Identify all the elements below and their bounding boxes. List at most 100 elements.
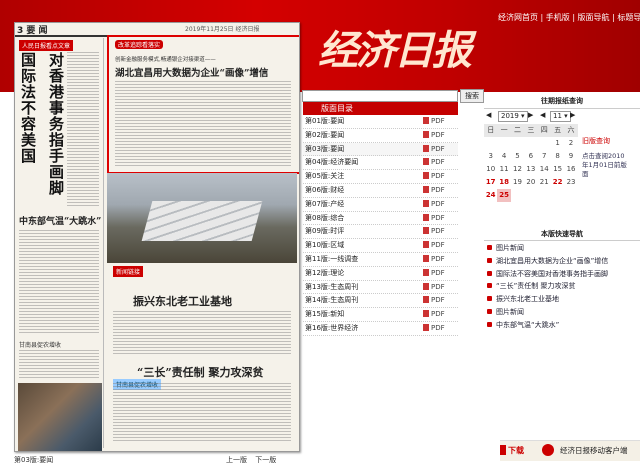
calendar-day[interactable]: 16 bbox=[564, 163, 577, 176]
download-text[interactable]: 经济日报移动客户端 bbox=[560, 445, 628, 456]
left-headline-b[interactable]: 对香港事务指手画脚 bbox=[49, 52, 64, 196]
pdf-link[interactable]: PDF bbox=[423, 267, 445, 280]
top-links-text[interactable]: 经济网首页 | 手机版 | 版面导航 | 标题导航 bbox=[498, 13, 640, 22]
nav-item[interactable]: 图片新闻 bbox=[484, 306, 634, 319]
calendar-day[interactable]: 1 bbox=[551, 137, 564, 150]
logo[interactable]: 经济日报 bbox=[318, 18, 472, 76]
nav-item[interactable]: “三长”责任制 聚力攻深贫 bbox=[484, 280, 634, 293]
year-select[interactable]: 2019 ▾ bbox=[498, 111, 528, 122]
prev-year-icon[interactable]: ◀ bbox=[486, 111, 491, 119]
left-subheadline[interactable]: 中东部气温“大跳水” bbox=[19, 214, 101, 227]
pdf-link[interactable]: PDF bbox=[423, 294, 445, 307]
pdf-link[interactable]: PDF bbox=[423, 143, 445, 156]
download-label[interactable]: 下载 bbox=[508, 445, 524, 456]
calendar-day[interactable]: 13 bbox=[524, 163, 537, 176]
calendar-day[interactable]: 20 bbox=[524, 176, 537, 189]
calendar-day[interactable]: 12 bbox=[511, 163, 524, 176]
pdf-icon bbox=[423, 241, 429, 249]
pdf-link[interactable]: PDF bbox=[423, 184, 445, 197]
calendar-day[interactable]: 23 bbox=[564, 176, 577, 189]
calendar-day bbox=[497, 137, 510, 150]
calendar-day[interactable]: 18 bbox=[497, 176, 510, 189]
edition-row[interactable]: 第04版:经济要闻 PDF bbox=[303, 156, 458, 171]
left-headline-a[interactable]: 国际法不容美国 bbox=[21, 52, 47, 164]
prev-month-icon[interactable]: ◀ bbox=[540, 111, 545, 119]
weekday-header: 六 bbox=[564, 124, 578, 137]
calendar-day[interactable]: 2 bbox=[564, 137, 577, 150]
month-select[interactable]: 11 ▾ bbox=[550, 111, 571, 122]
mid-headline[interactable]: 振兴东北老工业基地 bbox=[133, 293, 232, 309]
calendar-day[interactable]: 7 bbox=[538, 150, 551, 163]
pdf-link[interactable]: PDF bbox=[423, 322, 445, 335]
calendar-day[interactable]: 22 bbox=[551, 176, 564, 189]
pdf-link[interactable]: PDF bbox=[423, 225, 445, 238]
next-year-icon[interactable]: ▶ bbox=[528, 111, 533, 119]
edition-row[interactable]: 第11版:一线调查 PDF bbox=[303, 253, 458, 267]
highlight-title[interactable]: 湖北宜昌用大数据为企业“画像”增信 bbox=[115, 65, 268, 79]
nav-item[interactable]: 图片新闻 bbox=[484, 242, 634, 255]
nav-item[interactable]: 国际法不容美国对香港事务指手画脚 bbox=[484, 268, 634, 281]
calendar-day[interactable]: 15 bbox=[551, 163, 564, 176]
calendar-day[interactable]: 5 bbox=[511, 150, 524, 163]
edition-row[interactable]: 第10版:区域 PDF bbox=[303, 239, 458, 253]
edition-row[interactable]: 第03版:要闻 PDF bbox=[303, 142, 458, 157]
prev-page-link[interactable]: 上一版 bbox=[226, 456, 247, 464]
edition-row[interactable]: 第16版:世界经济 PDF bbox=[303, 322, 458, 336]
nav-item[interactable]: 中东部气温“大跳水” bbox=[484, 319, 634, 332]
pdf-link[interactable]: PDF bbox=[423, 156, 445, 169]
pdf-icon bbox=[423, 323, 429, 331]
calendar-day bbox=[511, 137, 524, 150]
edition-row[interactable]: 第14版:生态周刊 PDF bbox=[303, 294, 458, 309]
calendar-day[interactable]: 24 bbox=[484, 189, 497, 202]
pdf-icon bbox=[423, 227, 429, 235]
pdf-link[interactable]: PDF bbox=[423, 115, 445, 128]
nav-item[interactable]: 振兴东北老工业基地 bbox=[484, 293, 634, 306]
pdf-link[interactable]: PDF bbox=[423, 198, 445, 211]
edition-row[interactable]: 第07版:产经 PDF bbox=[303, 198, 458, 212]
search-input[interactable] bbox=[302, 90, 458, 102]
calendar-day[interactable]: 21 bbox=[538, 176, 551, 189]
old-version-link[interactable]: 点击查阅2010年1月01日前版面 bbox=[582, 152, 628, 179]
calendar-day[interactable]: 17 bbox=[484, 176, 497, 189]
pdf-link[interactable]: PDF bbox=[423, 239, 445, 252]
calendar-day[interactable]: 19 bbox=[511, 176, 524, 189]
download-bar[interactable]: 下载 经济日报移动客户端 bbox=[500, 440, 640, 461]
pdf-link[interactable]: PDF bbox=[423, 253, 445, 266]
calendar-day[interactable]: 14 bbox=[538, 163, 551, 176]
bullet-icon bbox=[487, 270, 492, 276]
edition-row[interactable]: 第05版:关注 PDF bbox=[303, 170, 458, 184]
edition-row[interactable]: 第09版:时评 PDF bbox=[303, 225, 458, 240]
highlighted-article[interactable]: 改革追踪看落实 创新金融服务模式,畅通银企对接渠道—— 湖北宜昌用大数据为企业“… bbox=[107, 35, 299, 174]
calendar-day[interactable]: 4 bbox=[497, 150, 510, 163]
edition-row[interactable]: 第15版:新知 PDF bbox=[303, 308, 458, 322]
mid-tag: 新闻链接 bbox=[113, 266, 144, 277]
edition-row[interactable]: 第08版:综合 PDF bbox=[303, 212, 458, 226]
top-links[interactable]: 经济网首页 | 手机版 | 版面导航 | 标题导航 bbox=[498, 12, 640, 23]
pdf-link[interactable]: PDF bbox=[423, 170, 445, 183]
pdf-link[interactable]: PDF bbox=[423, 212, 445, 225]
calendar-day[interactable]: 11 bbox=[497, 163, 510, 176]
pdf-link[interactable]: PDF bbox=[423, 129, 445, 142]
nav-item[interactable]: 湖北宜昌用大数据为企业“画像”增信 bbox=[484, 255, 634, 268]
old-version-title[interactable]: 旧版查询 bbox=[582, 136, 626, 146]
pdf-link[interactable]: PDF bbox=[423, 308, 445, 321]
edition-row[interactable]: 第12版:理论 PDF bbox=[303, 267, 458, 281]
calendar-day[interactable]: 10 bbox=[484, 163, 497, 176]
newspaper-page-image[interactable]: 3 要 闻 2019年11月25日 经济日报 人民日报看点文章 国际法不容美国 … bbox=[14, 22, 300, 452]
edition-row[interactable]: 第01版:要闻 PDF bbox=[303, 115, 458, 129]
pdf-link[interactable]: PDF bbox=[423, 281, 445, 294]
calendar-day[interactable]: 25 bbox=[497, 189, 511, 202]
main-photo[interactable] bbox=[107, 173, 297, 263]
edition-row[interactable]: 第02版:要闻 PDF bbox=[303, 129, 458, 143]
next-page-link[interactable]: 下一版 bbox=[255, 456, 276, 464]
calendar-day[interactable]: 9 bbox=[564, 150, 577, 163]
edition-row[interactable]: 第13版:生态周刊 PDF bbox=[303, 281, 458, 295]
calendar-day[interactable]: 3 bbox=[484, 150, 497, 163]
edition-row[interactable]: 第06版:财经 PDF bbox=[303, 184, 458, 198]
search-button[interactable]: 搜索 bbox=[460, 89, 484, 103]
mid-headline-2[interactable]: “三长”责任制 聚力攻深贫 bbox=[137, 364, 263, 380]
left-photo[interactable] bbox=[18, 383, 102, 451]
calendar-day[interactable]: 8 bbox=[551, 150, 564, 163]
calendar-day[interactable]: 6 bbox=[524, 150, 537, 163]
next-month-icon[interactable]: ▶ bbox=[570, 111, 575, 119]
